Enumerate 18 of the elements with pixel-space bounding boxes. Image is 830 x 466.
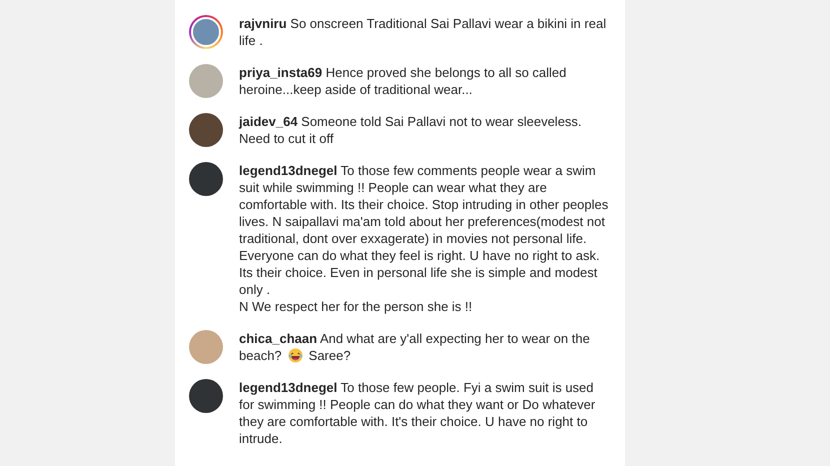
username-link[interactable]: legend13dnegel <box>239 163 338 178</box>
comment-text: legend13dnegel To those few comments people wear a swim suit while swimming !! People can wear what they are comfortable with. Its their choice. Stop intruding in other peoples lives. N saipallavi ma'am told about her preferences(modest not traditional, dont over exxagerate) in movies not personal life. Everyone can do what they feel is right. U have no right to ask. Its their choice. Even in personal life she is simple and modest only . N We respect her for the person she is !! <box>239 163 608 314</box>
avatar[interactable] <box>189 379 223 413</box>
avatar-with-story-ring[interactable] <box>189 15 223 49</box>
comment-text: chica_chaan And what are y'all expecting her to wear on the <box>239 330 591 347</box>
comment-text: beach? <box>239 347 282 364</box>
avatar[interactable] <box>189 162 223 196</box>
username-link[interactable]: jaidev_64 <box>239 114 298 129</box>
username-link[interactable]: priya_insta69 <box>239 65 322 80</box>
comment-text: priya_insta69 Hence proved she belongs to all so called heroine...keep aside of traditional wear... <box>239 65 566 97</box>
comment-text: Saree? <box>308 347 351 364</box>
comment-text: legend13dnegel To those few people. Fyi a swim suit is used for swimming !! People can do what they want or Do whatever they are comfortable with. It's their choice. U have no right to intrude. <box>239 380 596 446</box>
username-link[interactable]: legend13dnegel <box>239 380 338 395</box>
avatar[interactable] <box>189 113 223 147</box>
comment-text: rajvniru So onscreen Traditional Sai Pallavi wear a bikini in real life . <box>239 16 606 48</box>
comment-text: jaidev_64 Someone told Sai Pallavi not to wear sleeveless. Need to cut it off <box>239 114 582 146</box>
username-link[interactable]: chica_chaan <box>239 331 318 346</box>
username-link[interactable]: rajvniru <box>239 16 287 31</box>
